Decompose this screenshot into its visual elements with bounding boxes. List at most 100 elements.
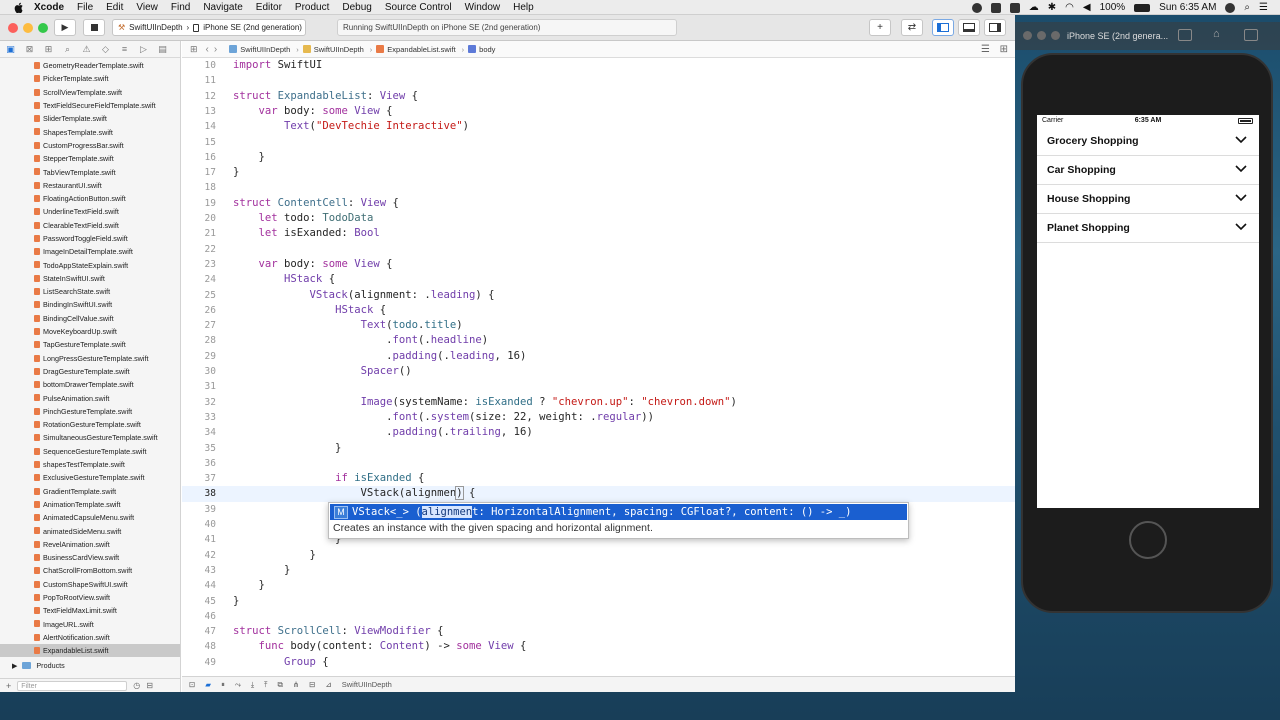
file-item[interactable]: bottomDrawerTemplate.swift: [0, 378, 180, 391]
breadcrumb-symbol[interactable]: body: [468, 45, 495, 54]
code-line[interactable]: 14 Text("DevTechie Interactive"): [182, 119, 1015, 134]
toggle-inspector-button[interactable]: [984, 19, 1006, 36]
menu-window[interactable]: Window: [465, 2, 501, 13]
file-item[interactable]: CustomProgressBar.swift: [0, 139, 180, 152]
step-over-icon[interactable]: ⤳: [235, 680, 241, 690]
file-item[interactable]: BindingCellValue.swift: [0, 312, 180, 325]
code-line[interactable]: 17}: [182, 165, 1015, 180]
environment-icon[interactable]: ⊟: [309, 680, 315, 689]
code-line[interactable]: 11: [182, 73, 1015, 88]
menu-clock[interactable]: Sun 6:35 AM: [1159, 2, 1216, 13]
record-status-icon[interactable]: [971, 2, 982, 13]
filter-options-icon[interactable]: ⊟: [146, 681, 153, 690]
file-item[interactable]: PasswordToggleField.swift: [0, 232, 180, 245]
split-editor-icon[interactable]: ⊞: [1000, 44, 1008, 55]
file-item[interactable]: PinchGestureTemplate.swift: [0, 405, 180, 418]
code-line[interactable]: 21 let isExanded: Bool: [182, 226, 1015, 241]
menu-editor[interactable]: Editor: [256, 2, 282, 13]
code-line[interactable]: 43 }: [182, 563, 1015, 578]
toggle-navigator-button[interactable]: [932, 19, 954, 36]
memory-graph-icon[interactable]: ⋔: [293, 680, 299, 689]
code-line[interactable]: 19 struct ContentCell: View {: [182, 196, 1015, 211]
close-window-button[interactable]: [8, 23, 18, 33]
step-in-icon[interactable]: ⤓: [251, 680, 254, 690]
stop-button[interactable]: [83, 19, 105, 36]
menu-app-name[interactable]: Xcode: [34, 2, 64, 13]
file-item[interactable]: SequenceGestureTemplate.swift: [0, 445, 180, 458]
menu-navigate[interactable]: Navigate: [203, 2, 242, 13]
scheme-selector[interactable]: ⚒ SwiftUIInDepth › iPhone SE (2nd genera…: [112, 19, 306, 36]
menu-view[interactable]: View: [136, 2, 158, 13]
library-button[interactable]: +: [869, 19, 891, 36]
code-line[interactable]: 36: [182, 456, 1015, 471]
code-line[interactable]: 47 struct ScrollCell: ViewModifier {: [182, 624, 1015, 639]
pause-icon[interactable]: ⏸: [221, 680, 225, 690]
chevron-down-icon[interactable]: [1235, 165, 1247, 173]
file-item[interactable]: GeometryReaderTemplate.swift: [0, 59, 180, 72]
chevron-down-icon[interactable]: [1235, 136, 1247, 144]
code-editor[interactable]: 10 import SwiftUI 11 12 struct ExpandableLis…: [182, 58, 1015, 676]
find-icon[interactable]: ⌕: [62, 44, 73, 55]
file-item[interactable]: PopToRootView.swift: [0, 591, 180, 604]
breadcrumb-file[interactable]: ExpandableList.swift: [376, 45, 456, 54]
symbol-icon[interactable]: ⊞: [43, 44, 54, 55]
filter-input[interactable]: Filter: [17, 680, 128, 691]
menu-extra-icon-2[interactable]: [1009, 2, 1020, 13]
battery-icon[interactable]: [1134, 3, 1151, 12]
file-item[interactable]: PulseAnimation.swift: [0, 391, 180, 404]
file-item[interactable]: TodoAppStateExplain.swift: [0, 258, 180, 271]
menu-debug[interactable]: Debug: [342, 2, 371, 13]
related-items-icon[interactable]: ⊞: [190, 44, 198, 55]
breakpoint-icon[interactable]: ▷: [138, 44, 149, 55]
code-line[interactable]: 22: [182, 242, 1015, 257]
minimize-window-button[interactable]: [1037, 31, 1046, 40]
code-line[interactable]: 20 let todo: TodoData: [182, 211, 1015, 226]
menu-source-control[interactable]: Source Control: [385, 2, 452, 13]
hide-debug-icon[interactable]: ⊡: [189, 680, 195, 689]
volume-icon[interactable]: ◀: [1083, 2, 1091, 13]
file-item[interactable]: AnimationTemplate.swift: [0, 498, 180, 511]
code-line[interactable]: 23 var body: some View {: [182, 257, 1015, 272]
code-line[interactable]: 15: [182, 135, 1015, 150]
file-item[interactable]: CustomShapeSwiftUI.swift: [0, 578, 180, 591]
menu-extra-icon[interactable]: [990, 2, 1001, 13]
code-line[interactable]: 31: [182, 379, 1015, 394]
file-item[interactable]: StepperTemplate.swift: [0, 152, 180, 165]
file-item[interactable]: RotationGestureTemplate.swift: [0, 418, 180, 431]
code-line[interactable]: 18: [182, 180, 1015, 195]
warning-icon[interactable]: ⚠: [81, 44, 92, 55]
menu-file[interactable]: File: [77, 2, 93, 13]
apple-icon[interactable]: [14, 2, 24, 13]
file-item[interactable]: MoveKeyboardUp.swift: [0, 325, 180, 338]
file-item[interactable]: ImageURL.swift: [0, 617, 180, 630]
add-file-icon[interactable]: +: [6, 681, 11, 691]
breakpoints-toggle-icon[interactable]: ▰: [205, 680, 211, 689]
file-item[interactable]: ExpandableList.swift: [0, 644, 180, 658]
code-line[interactable]: 38 VStack(alignmen) {: [182, 486, 1015, 502]
file-item[interactable]: ImageInDetailTemplate.swift: [0, 245, 180, 258]
list-icon[interactable]: ☰: [1259, 2, 1268, 13]
list-row[interactable]: Grocery Shopping: [1037, 127, 1259, 156]
wifi-icon[interactable]: ◠: [1065, 2, 1074, 13]
products-group[interactable]: ▶ Products: [0, 659, 180, 672]
editor-options-icon[interactable]: ☰: [981, 44, 990, 55]
location-icon[interactable]: ⊿: [325, 680, 331, 689]
file-item[interactable]: ListSearchState.swift: [0, 285, 180, 298]
file-item[interactable]: AlertNotification.swift: [0, 631, 180, 644]
code-line[interactable]: 30 Spacer(): [182, 364, 1015, 379]
search-icon[interactable]: ⌕: [1244, 2, 1250, 13]
code-line[interactable]: 16 }: [182, 150, 1015, 165]
code-review-button[interactable]: ⇄: [901, 19, 923, 36]
file-item[interactable]: SliderTemplate.swift: [0, 112, 180, 125]
file-item[interactable]: BindingInSwiftUI.swift: [0, 298, 180, 311]
breadcrumb-group[interactable]: SwiftUIInDepth: [302, 45, 364, 54]
home-button-icon[interactable]: ⌂: [1213, 28, 1220, 40]
debug-icon[interactable]: ≡: [119, 44, 130, 54]
zoom-window-button[interactable]: [38, 23, 48, 33]
file-item[interactable]: ExclusiveGestureTemplate.swift: [0, 471, 180, 484]
recent-files-icon[interactable]: ◷: [133, 681, 140, 690]
code-line[interactable]: 13 var body: some View {: [182, 104, 1015, 119]
list-row[interactable]: House Shopping: [1037, 185, 1259, 214]
file-item[interactable]: StateInSwiftUI.swift: [0, 272, 180, 285]
file-item[interactable]: UnderlineTextField.swift: [0, 205, 180, 218]
